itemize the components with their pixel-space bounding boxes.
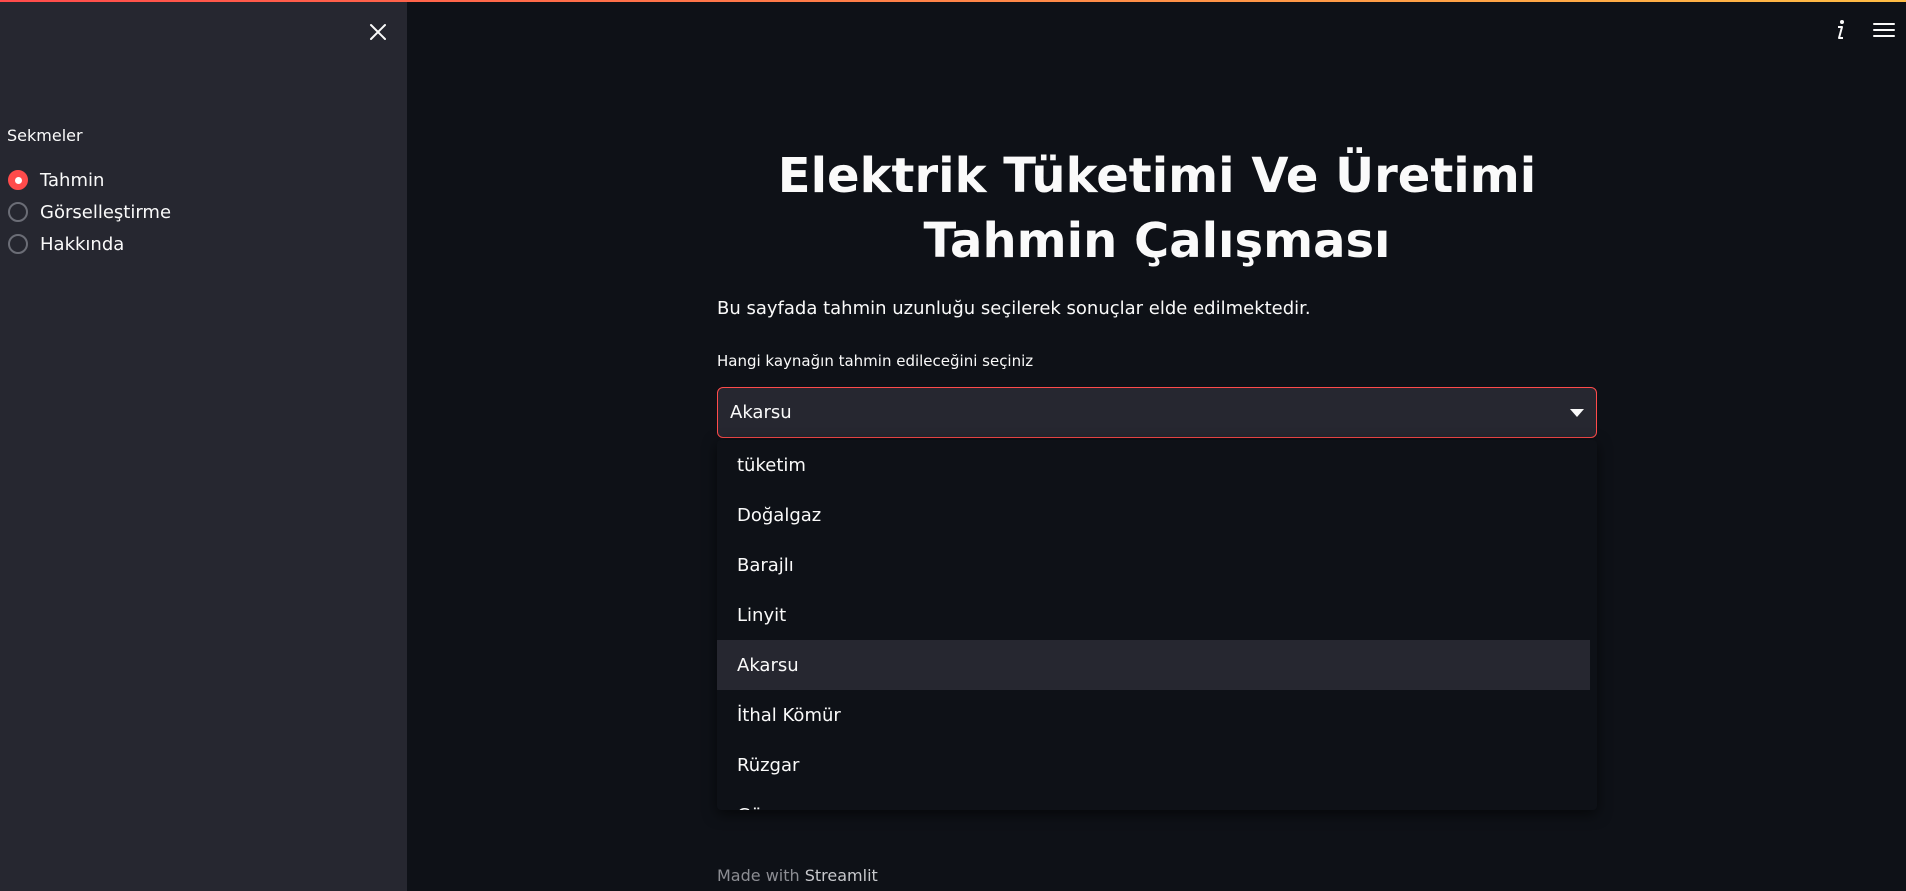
dropdown-option-highlighted[interactable]: Akarsu xyxy=(717,640,1590,690)
radio-selected-icon xyxy=(8,170,28,190)
page-description: Bu sayfada tahmin uzunluğu seçilerek son… xyxy=(717,298,1311,319)
top-decoration-line xyxy=(0,0,1906,2)
radio-unselected-icon xyxy=(8,234,28,254)
radio-option-hakkinda[interactable]: Hakkında xyxy=(8,228,171,260)
main-menu-button[interactable] xyxy=(1862,14,1906,46)
dropdown-option[interactable]: Doğalgaz xyxy=(717,490,1590,540)
dropdown-option[interactable]: Barajlı xyxy=(717,540,1590,590)
dropdown-option[interactable]: Linyit xyxy=(717,590,1590,640)
caret-down-icon xyxy=(1570,408,1584,417)
radio-option-label: Hakkında xyxy=(40,233,125,255)
dropdown-option[interactable]: Güneş xyxy=(717,790,1590,811)
radio-option-label: Tahmin xyxy=(40,169,105,191)
dropdown-option[interactable]: tüketim xyxy=(717,440,1590,490)
footer-brand-link[interactable]: Streamlit xyxy=(805,866,878,885)
info-button[interactable] xyxy=(1818,14,1862,46)
footer-prefix: Made with xyxy=(717,866,805,885)
sidebar-close-button[interactable] xyxy=(364,18,392,46)
dropdown-option[interactable]: İthal Kömür xyxy=(717,690,1590,740)
header-toolbar xyxy=(1818,14,1906,46)
close-icon xyxy=(370,24,386,40)
select-dropdown-menu: tüketim Doğalgaz Barajlı Linyit Akarsu İ… xyxy=(717,440,1597,810)
source-select[interactable]: Akarsu xyxy=(717,387,1597,438)
info-icon xyxy=(1838,20,1844,39)
radio-option-label: Görselleştirme xyxy=(40,201,172,223)
hamburger-menu-icon xyxy=(1873,23,1895,37)
sidebar: Sekmeler Tahmin Görselleştirme Hakkında xyxy=(0,0,407,891)
select-label: Hangi kaynağın tahmin edileceğini seçini… xyxy=(717,352,1034,370)
page-title: Elektrik Tüketimi Ve Üretimi Tahmin Çalı… xyxy=(777,148,1537,269)
radio-option-gorsellestirme[interactable]: Görselleştirme xyxy=(8,196,171,228)
radio-group: Tahmin Görselleştirme Hakkında xyxy=(8,164,171,260)
footer: Made with Streamlit xyxy=(717,866,878,885)
radio-option-tahmin[interactable]: Tahmin xyxy=(8,164,171,196)
select-value: Akarsu xyxy=(730,402,792,423)
dropdown-option[interactable]: Rüzgar xyxy=(717,740,1590,790)
radio-group-title: Sekmeler xyxy=(7,126,83,145)
radio-unselected-icon xyxy=(8,202,28,222)
